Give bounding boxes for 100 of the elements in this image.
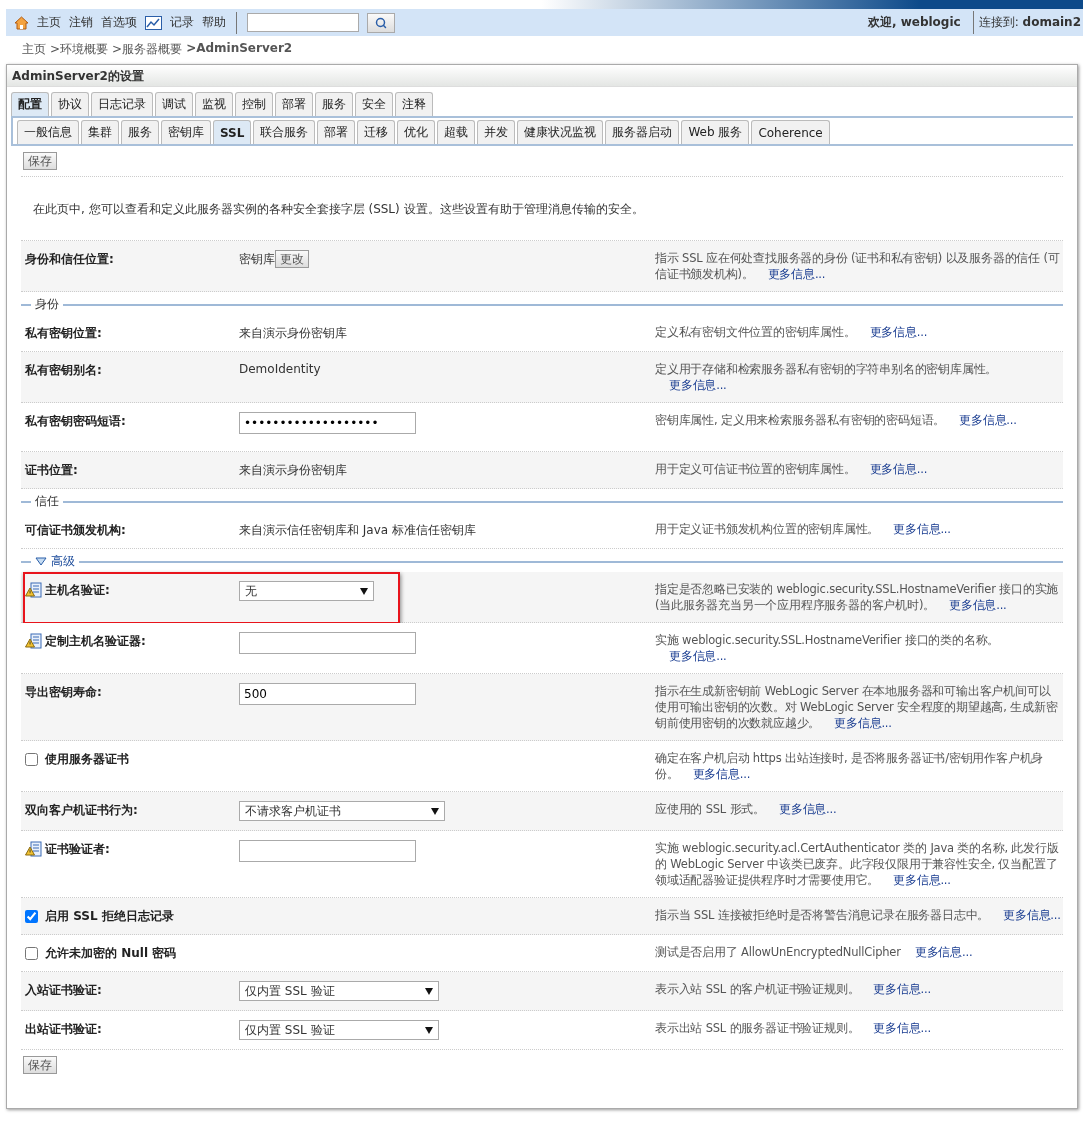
sub-tab[interactable]: Web 服务 [681,120,750,144]
field-value: DemoIdentity [239,361,321,376]
sub-tab[interactable]: 一般信息 [17,120,79,144]
input-field[interactable] [239,632,416,654]
breadcrumb-link[interactable]: >环境概要 [50,41,109,64]
more-info-link[interactable]: 更多信息... [692,767,751,781]
home-icon[interactable] [14,15,29,30]
expand-icon[interactable] [35,557,47,566]
sub-tab[interactable]: 并发 [477,120,516,144]
field-label: 证书验证者: [45,841,110,858]
toolbar-link[interactable]: 注销 [69,14,93,31]
tab[interactable]: 监视 [195,92,233,116]
section-heading[interactable]: 高级 [51,553,75,570]
field-label: 允许未加密的 Null 密码 [45,945,177,962]
tab[interactable]: 日志记录 [91,92,153,116]
panel-title: AdminServer2的设置 [7,65,1077,87]
input-field[interactable]: 500 [239,683,416,705]
field-value: 密钥库 [239,251,275,268]
checkbox[interactable] [25,753,38,766]
sub-tab[interactable]: SSL [213,120,252,144]
breadcrumb-link[interactable]: 主页 [22,41,46,64]
field-label: 私有密钥位置: [25,325,102,342]
field-label: 定制主机名验证器: [45,633,146,650]
sub-tab[interactable]: 密钥库 [161,120,211,144]
sub-tab[interactable]: 服务 [121,120,159,144]
tab[interactable]: 注释 [395,92,433,116]
breadcrumb-link[interactable]: >服务器概要 [112,41,183,64]
sub-tab[interactable]: 优化 [397,120,436,144]
more-info-link[interactable]: 更多信息... [869,325,928,339]
search-icon [375,16,387,29]
search-button[interactable] [367,12,395,33]
dropdown[interactable]: 仅内置 SSL 验证 [239,1020,439,1040]
field-description: 实施 weblogic.security.acl.CertAuthenticator 类的 Java 类的名称, 此发行版的 WebLogic Server 中该类已废弃。此字段仅限用于兼容性安全, 仅当配置了领域适配器验证提供程序时才需要使用它。 更多信息... [654,840,1060,888]
tab[interactable]: 部署 [275,92,313,116]
change-button[interactable]: 更改 [275,250,309,268]
sub-tab[interactable]: 部署 [317,120,356,144]
section-heading: 信任 [35,493,59,510]
more-info-link[interactable]: 更多信息... [949,598,1007,612]
input-field[interactable]: ••••••••••••••••••• [239,412,416,434]
dropdown[interactable]: 无 [239,581,374,601]
caret-icon [360,587,368,595]
more-info-link[interactable]: 更多信息... [873,982,931,996]
field-label: 私有密钥别名: [25,362,102,379]
more-info-link[interactable]: 更多信息... [869,462,928,476]
save-button[interactable]: 保存 [23,152,57,170]
more-info-link[interactable]: 更多信息... [669,649,727,663]
field-description: 用于定义证书颁发机构位置的密钥库属性。 更多信息... [654,521,952,538]
field-label: 证书位置: [25,462,78,479]
field-description: 应使用的 SSL 形式。 更多信息... [654,801,838,818]
sub-tab[interactable]: 健康状况监视 [517,120,604,144]
toolbar-link[interactable]: 主页 [37,14,61,31]
more-info-link[interactable]: 更多信息... [767,267,826,281]
more-info-link[interactable]: 更多信息... [893,873,951,887]
search-field[interactable] [247,13,359,32]
sub-tab[interactable]: Coherence [751,120,830,144]
field-label: 出站证书验证: [25,1021,102,1038]
field-description: 指示当 SSL 连接被拒绝时是否将警告消息记录在服务器日志中。 更多信息... [654,907,1062,924]
tab[interactable]: 控制 [235,92,273,116]
field-description: 实施 weblogic.security.SSL.HostnameVerifier 接口的类的名称。 更多信息... [654,632,1001,664]
dropdown[interactable]: 不请求客户机证书 [239,801,445,821]
field-value: 来自演示身份密钥库 [239,462,347,479]
tab[interactable]: 调试 [155,92,193,116]
toolbar-link[interactable]: 记录 [170,14,194,31]
checkbox[interactable] [25,947,38,960]
save-button[interactable]: 保存 [23,1056,57,1074]
field-label: 可信证书颁发机构: [25,522,126,539]
tab[interactable]: 安全 [355,92,393,116]
more-info-link[interactable]: 更多信息... [914,945,973,959]
sub-tab[interactable]: 服务器启动 [605,120,680,144]
more-info-link[interactable]: 更多信息... [873,1021,931,1035]
field-description: 定义用于存储和检索服务器私有密钥的字符串别名的密钥库属性。 更多信息... [654,361,999,393]
more-info-link[interactable]: 更多信息... [893,522,951,536]
field-description: 指示在生成新密钥前 WebLogic Server 在本地服务器和可输出客户机间可以使用可输出密钥的次数。对 WebLogic Server 安全程度的期望越高, 生成新密钥前使用密钥的次数就应越少。 更多信息... [654,683,1059,731]
toolbar-link[interactable]: 首选项 [101,14,137,31]
caret-icon [431,807,439,815]
tab[interactable]: 配置 [11,92,49,116]
sub-tab[interactable]: 超载 [437,120,476,144]
field-label: 导出密钥寿命: [25,684,102,701]
more-info-link[interactable]: 更多信息... [834,716,892,730]
field-value: 来自演示身份密钥库 [239,325,347,342]
sub-tab[interactable]: 迁移 [357,120,396,144]
sub-tab[interactable]: 联合服务 [253,120,316,144]
tab[interactable]: 服务 [315,92,353,116]
tab[interactable]: 协议 [51,92,89,116]
breadcrumb-link[interactable]: >AdminServer2 [186,41,293,64]
sub-tab[interactable]: 集群 [81,120,119,144]
checkbox[interactable] [25,910,38,923]
chart-icon[interactable] [145,15,162,30]
field-description: 表示出站 SSL 的服务器证书验证规则。 更多信息... [654,1020,932,1037]
dropdown[interactable]: 仅内置 SSL 验证 [239,981,439,1001]
toolbar-link[interactable]: 帮助 [202,14,226,31]
field-label: 使用服务器证书 [45,751,129,768]
input-field[interactable] [239,840,416,862]
more-info-link[interactable]: 更多信息... [1003,908,1061,922]
more-info-link[interactable]: 更多信息... [959,413,1017,427]
field-description: 指定是否忽略已安装的 weblogic.security.SSL.HostnameVerifier 接口的实施 (当此服务器充当另一个应用程序服务器的客户机时)。 更多信息... [654,581,1060,613]
more-info-link[interactable]: 更多信息... [669,378,727,392]
field-description: 确定在客户机启动 https 出站连接时, 是否将服务器证书/密钥用作客户机身份。 更多信息... [654,750,1045,782]
more-info-link[interactable]: 更多信息... [778,802,837,816]
welcome-text: 欢迎, weblogic [867,14,962,31]
